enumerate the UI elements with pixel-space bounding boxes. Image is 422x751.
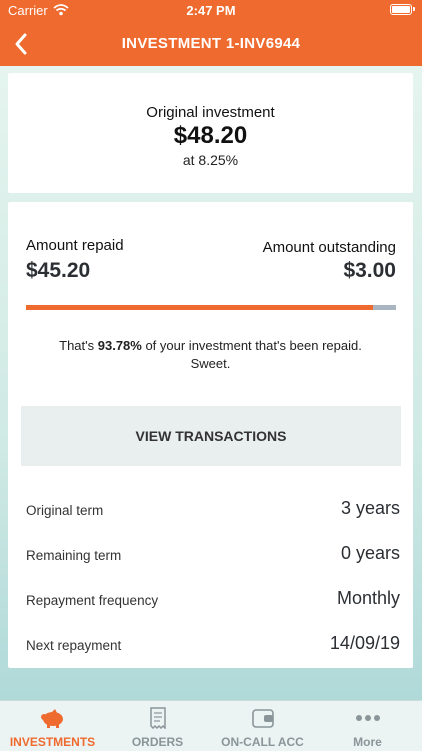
summary-prefix: That's [59,338,98,353]
interest-rate: at 8.25% [182,152,239,168]
detail-row-next-repayment: Next repayment 14/09/19 [26,633,400,659]
detail-value: 14/09/19 [329,633,400,653]
nav-bar: INVESTMENT 1-INV6944 [0,22,422,66]
repayment-progress-bar [26,305,396,310]
tab-label: INVESTMENTS [9,735,96,749]
tab-label: ORDERS [131,735,184,749]
detail-value: Monthly [336,588,400,608]
battery-icon [390,4,415,15]
more-dots-icon [356,715,380,721]
detail-row-remaining-term: Remaining term 0 years [26,543,400,569]
amount-outstanding-label: Amount outstanding [262,239,396,256]
view-transactions-button[interactable]: VIEW TRANSACTIONS [21,406,401,466]
amount-outstanding-value: $3.00 [343,259,396,282]
tab-investments[interactable]: INVESTMENTS [0,701,105,751]
amount-repaid-label: Amount repaid [26,237,124,254]
tab-bar: INVESTMENTS ORDERS ON-CALL ACC More [0,700,422,751]
wallet-icon [252,709,274,728]
detail-label: Remaining term [26,548,122,563]
tab-more[interactable]: More [315,701,420,751]
receipt-icon [150,707,166,729]
status-bar: Carrier 2:47 PM [0,0,422,22]
summary-suffix: of your investment that's been repaid. S… [141,338,362,371]
tab-orders[interactable]: ORDERS [105,701,210,751]
detail-label: Original term [26,503,104,518]
original-investment-label: Original investment [146,104,275,121]
detail-row-repayment-frequency: Repayment frequency Monthly [26,588,400,614]
tab-label: ON-CALL ACC [221,735,304,749]
original-investment-card: Original investment $48.20 at 8.25% [8,73,413,193]
page-title: INVESTMENT 1-INV6944 [121,35,301,52]
repayment-progress-fill [26,305,373,310]
detail-value: 3 years [340,498,400,518]
piggy-bank-icon [41,709,63,728]
detail-row-original-term: Original term 3 years [26,498,400,524]
clock: 2:47 PM [186,3,236,18]
summary-percent: 93.78% [97,338,142,353]
original-investment-amount: $48.20 [173,122,248,149]
amount-repaid-value: $45.20 [26,259,91,282]
detail-label: Next repayment [26,638,122,653]
repayment-card: Amount repaid $45.20 Amount outstanding … [8,202,413,668]
tab-on-call-acc[interactable]: ON-CALL ACC [210,701,315,751]
tab-label: More [353,735,382,749]
repayment-summary: That's 93.78% of your investment that's … [48,337,373,373]
detail-label: Repayment frequency [26,593,159,608]
detail-value: 0 years [340,543,400,563]
